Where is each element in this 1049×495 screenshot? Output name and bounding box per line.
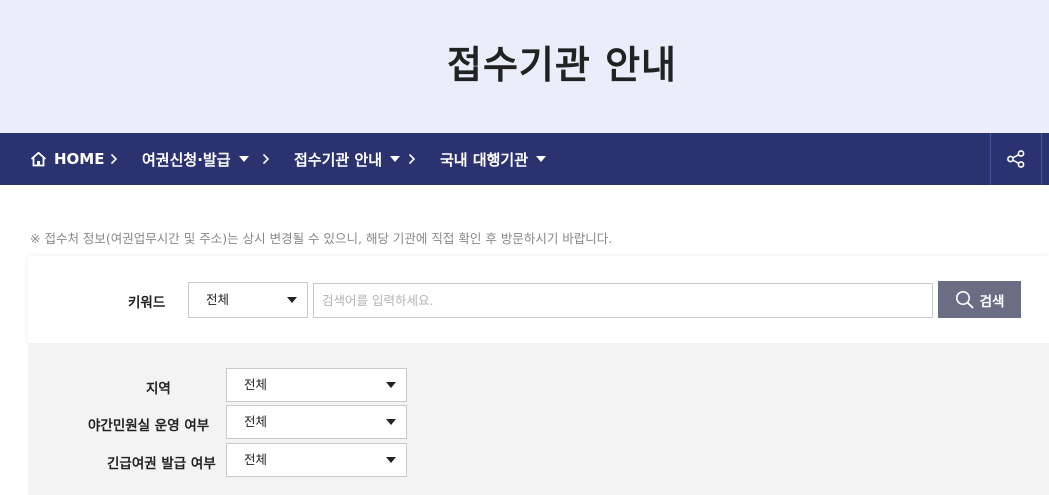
filter-region-value: 전체 <box>244 377 268 392</box>
breadcrumb-item-passport-apply[interactable]: 여권신청·발급 <box>142 133 249 185</box>
search-button-label: 검색 <box>979 293 1005 310</box>
chevron-right-icon <box>408 133 416 185</box>
page-title: 접수기관 안내 <box>447 43 677 87</box>
breadcrumb-item-domestic-agency[interactable]: 국내 대행기관 <box>440 133 547 185</box>
keyword-label: 키워드 <box>128 295 166 311</box>
filter-region-select[interactable]: 전체 <box>226 368 407 402</box>
search-input[interactable] <box>313 283 933 318</box>
breadcrumb-item-label: 여권신청·발급 <box>142 150 231 169</box>
chevron-right-icon <box>110 133 118 185</box>
breadcrumb-item-label: 접수기관 안내 <box>294 150 383 169</box>
breadcrumb-home-label: HOME <box>54 150 105 168</box>
search-button[interactable]: 검색 <box>938 281 1021 318</box>
filter-urgent-passport-select[interactable]: 전체 <box>226 443 407 477</box>
caret-down-icon <box>386 457 396 463</box>
filter-urgent-passport-value: 전체 <box>244 452 268 467</box>
home-icon <box>30 151 47 167</box>
filter-region-label: 지역 <box>146 381 171 397</box>
page-header: 접수기관 안내 <box>0 0 1049 133</box>
notice-text: ※ 접수처 정보(여권업무시간 및 주소)는 상시 변경될 수 있으니, 해당 … <box>30 231 613 246</box>
caret-down-icon <box>386 419 396 425</box>
breadcrumb-home[interactable]: HOME <box>30 133 104 185</box>
caret-down-icon <box>238 156 249 162</box>
keyword-scope-select[interactable]: 전체 <box>188 282 308 318</box>
share-icon <box>1007 150 1025 168</box>
caret-down-icon <box>386 382 396 388</box>
caret-down-icon <box>287 297 297 303</box>
caret-down-icon <box>536 156 547 162</box>
filter-panel: 지역 전체 야간민원실 운영 여부 전체 긴급여권 발급 여부 전체 <box>28 343 1049 495</box>
caret-down-icon <box>390 156 401 162</box>
keyword-search-panel: 키워드 전체 검색 <box>28 256 1049 343</box>
filter-night-office-value: 전체 <box>244 414 268 429</box>
filter-urgent-passport-label: 긴급여권 발급 여부 <box>107 456 216 472</box>
keyword-scope-value: 전체 <box>206 292 230 307</box>
breadcrumb: HOME 여권신청·발급 접수기관 안내 국내 대행기관 <box>0 133 1049 185</box>
filter-night-office-select[interactable]: 전체 <box>226 405 407 439</box>
breadcrumb-item-label: 국내 대행기관 <box>440 150 529 169</box>
share-button[interactable] <box>990 133 1042 185</box>
filter-night-office-label: 야간민원실 운영 여부 <box>88 418 210 434</box>
search-icon <box>955 291 973 309</box>
chevron-right-icon <box>262 133 270 185</box>
breadcrumb-item-agency-guide[interactable]: 접수기관 안내 <box>294 133 401 185</box>
